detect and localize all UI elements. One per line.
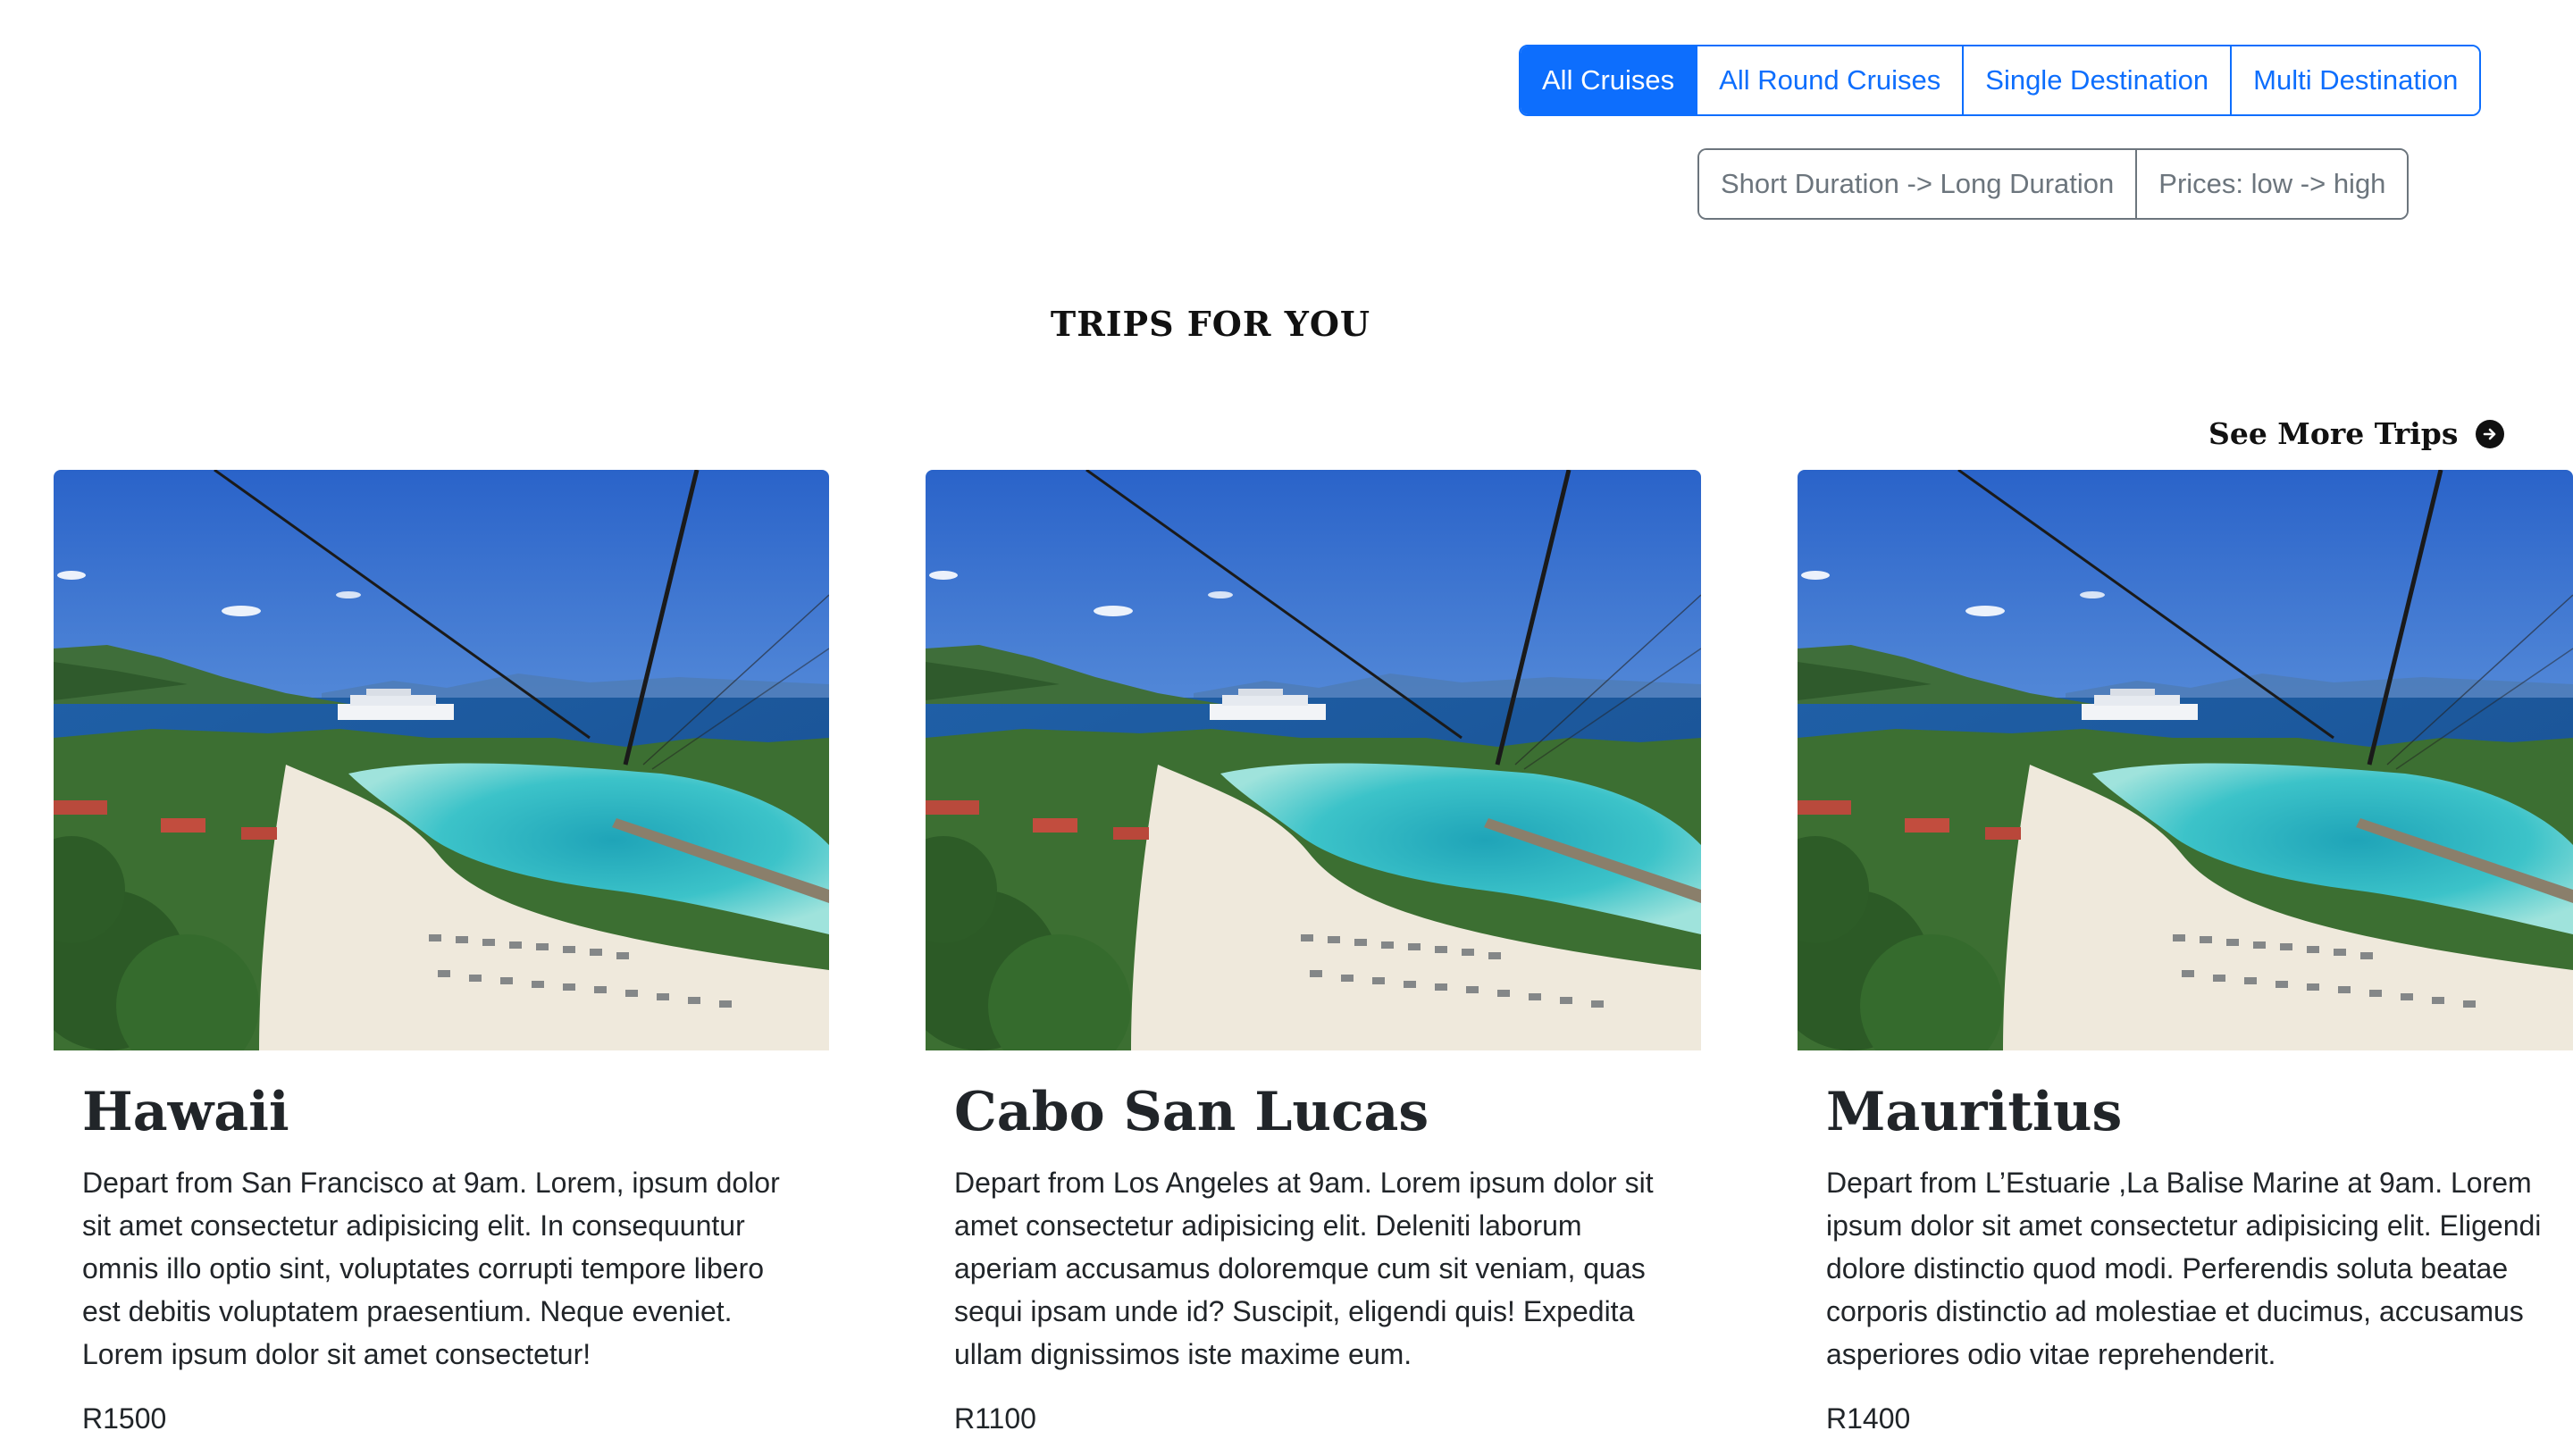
trip-card[interactable]: Cabo San Lucas Depart from Los Angeles a… (926, 470, 1701, 1456)
trip-card-body: Cabo San Lucas Depart from Los Angeles a… (926, 1083, 1701, 1435)
trip-card-body: Mauritius Depart from L’Estuarie ,La Bal… (1798, 1083, 2573, 1435)
trip-card[interactable]: Hawaii Depart from San Francisco at 9am.… (54, 470, 829, 1456)
trip-title: Hawaii (82, 1081, 289, 1143)
filter-all-cruises-button[interactable]: All Cruises (1521, 46, 1698, 114)
section-title: TRIPS FOR YOU (1050, 304, 1371, 344)
trip-price: R1100 (954, 1402, 1036, 1435)
trip-image (926, 470, 1701, 1050)
trip-card[interactable]: Mauritius Depart from L’Estuarie ,La Bal… (1798, 470, 2573, 1456)
trip-image (1798, 470, 2573, 1050)
trip-title: Mauritius (1826, 1081, 2123, 1143)
trip-image (54, 470, 829, 1050)
sort-duration-button[interactable]: Short Duration -> Long Duration (1699, 150, 2138, 218)
filter-multi-destination-button[interactable]: Multi Destination (2232, 46, 2480, 114)
trip-card-body: Hawaii Depart from San Francisco at 9am.… (54, 1083, 829, 1435)
see-more-label: See More Trips (2208, 416, 2459, 451)
sort-group: Short Duration -> Long Duration Prices: … (1697, 148, 2410, 220)
trip-description: Depart from Los Angeles at 9am. Lorem ip… (954, 1167, 1654, 1370)
trip-description: Depart from San Francisco at 9am. Lorem,… (82, 1167, 780, 1370)
trip-description: Depart from L’Estuarie ,La Balise Marine… (1826, 1167, 2542, 1370)
page: All Cruises All Round Cruises Single Des… (0, 0, 2573, 1456)
sort-price-button[interactable]: Prices: low -> high (2137, 150, 2408, 218)
trip-price: R1400 (1826, 1402, 1911, 1435)
see-more-trips-link[interactable]: See More Trips (2208, 416, 2505, 451)
trip-title: Cabo San Lucas (954, 1081, 1429, 1143)
cruise-filter-group: All Cruises All Round Cruises Single Des… (1519, 45, 2482, 116)
filter-single-destination-button[interactable]: Single Destination (1964, 46, 2233, 114)
filter-all-round-cruises-button[interactable]: All Round Cruises (1697, 46, 1965, 114)
arrow-right-circle-icon (2476, 419, 2505, 448)
trip-price: R1500 (82, 1402, 167, 1435)
